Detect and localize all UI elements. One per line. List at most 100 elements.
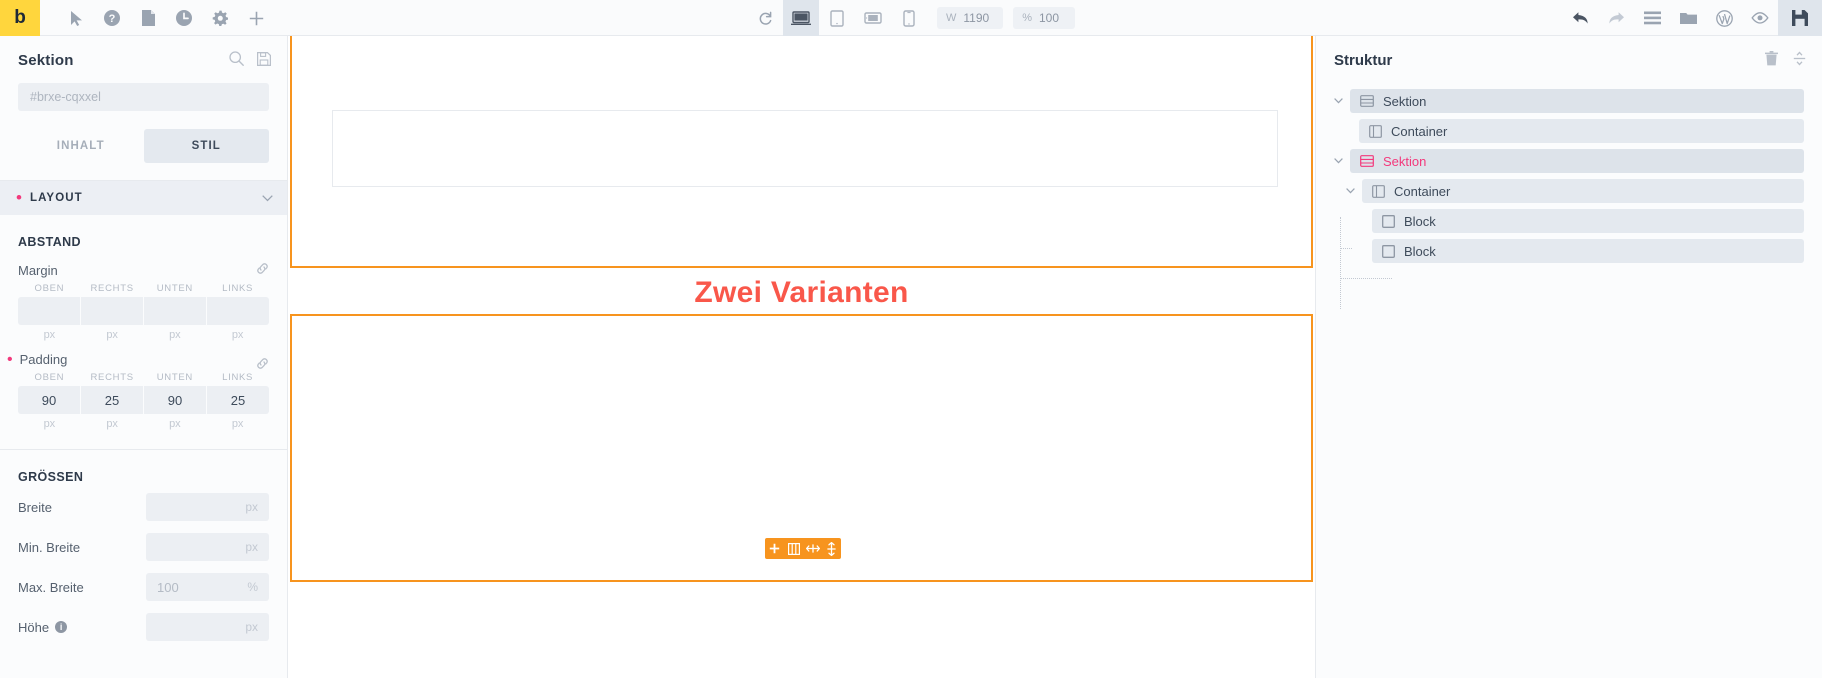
horizontal-resize-icon[interactable] — [803, 538, 822, 559]
container-icon — [1369, 124, 1382, 138]
page-icon[interactable] — [130, 0, 166, 36]
tree-row: Container — [1316, 179, 1822, 203]
margin-unit-links[interactable]: px — [206, 325, 269, 344]
canvas-zoom-field[interactable]: % 100 — [1013, 7, 1075, 29]
help-icon[interactable]: ? — [94, 0, 130, 36]
save-preset-icon[interactable] — [257, 51, 271, 66]
columns-icon[interactable] — [784, 538, 803, 559]
canvas-container-top[interactable] — [332, 110, 1278, 187]
size-input-hoehe[interactable]: px — [146, 613, 269, 641]
margin-input-rechts[interactable] — [81, 297, 143, 325]
undo-icon[interactable] — [1562, 0, 1598, 36]
margin-input-links[interactable] — [207, 297, 269, 325]
tree-item-sektion-2[interactable]: Sektion — [1350, 149, 1804, 173]
tree-item-label: Block — [1404, 243, 1436, 259]
group-title-abstand: ABSTAND — [18, 235, 81, 249]
desktop-icon[interactable] — [783, 0, 819, 36]
eye-icon[interactable] — [1742, 0, 1778, 36]
structure-panel-actions — [1765, 51, 1806, 66]
padding-unit-unten[interactable]: px — [144, 414, 207, 433]
margin-input-unten[interactable] — [144, 297, 206, 325]
toolbar-right-group — [1562, 0, 1822, 36]
structure-panel: Struktur Sektion Container Sektion Conta… — [1315, 36, 1822, 678]
tablet-landscape-icon[interactable] — [855, 0, 891, 36]
padding-unit-links[interactable]: px — [206, 414, 269, 433]
chevron-down-icon[interactable] — [1334, 98, 1350, 104]
wordpress-icon[interactable] — [1706, 0, 1742, 36]
accordion-layout-label: LAYOUT — [29, 192, 83, 204]
size-unit-hoehe[interactable]: px — [245, 620, 258, 634]
accordion-layout[interactable]: • LAYOUT — [0, 181, 287, 215]
size-value-max-breite: 100 — [157, 579, 179, 595]
tree-item-label: Block — [1404, 213, 1436, 229]
collapse-all-icon[interactable] — [1793, 51, 1806, 66]
padding-input-oben[interactable]: 90 — [18, 386, 80, 414]
group-title-groessen: GRÖSSEN — [18, 470, 84, 484]
info-icon[interactable]: i — [55, 621, 68, 633]
canvas-width-field[interactable]: W 1190 — [937, 7, 1004, 29]
history-icon[interactable] — [166, 0, 202, 36]
gear-icon[interactable] — [202, 0, 238, 36]
tree-guide-line — [1340, 217, 1341, 309]
editor-canvas[interactable]: Zwei Varianten — [288, 36, 1315, 678]
size-row-hoehe: Höhe i px — [0, 610, 287, 644]
padding-input-links[interactable]: 25 — [207, 386, 269, 414]
tree-guide-line — [1340, 217, 1392, 279]
margin-label-oben: OBEN — [34, 283, 65, 294]
link-values-icon[interactable] — [256, 357, 269, 370]
link-values-icon[interactable] — [256, 262, 269, 275]
folder-icon[interactable] — [1670, 0, 1706, 36]
redo-icon[interactable] — [1598, 0, 1634, 36]
size-input-min-breite[interactable]: px — [146, 533, 269, 561]
tree-row: Sektion — [1316, 89, 1822, 113]
chevron-down-icon[interactable] — [1346, 188, 1362, 194]
tab-stil[interactable]: STIL — [143, 129, 269, 163]
padding-input-unten[interactable]: 90 — [144, 386, 206, 414]
bricks-logo[interactable]: b — [0, 0, 40, 36]
canvas-heading[interactable]: Zwei Varianten — [288, 276, 1315, 310]
size-unit-max-breite[interactable]: % — [247, 580, 258, 594]
element-id-placeholder: #brxe-cqxxel — [30, 90, 101, 104]
tree-item-container-2[interactable]: Container — [1362, 179, 1804, 203]
padding-row-label: • Padding — [0, 344, 287, 370]
margin-unit-unten[interactable]: px — [144, 325, 207, 344]
vertical-resize-icon[interactable] — [822, 538, 841, 559]
trash-icon[interactable] — [1765, 51, 1778, 66]
save-icon[interactable] — [1778, 0, 1822, 36]
margin-input-oben[interactable] — [18, 297, 80, 325]
padding-unit-oben[interactable]: px — [18, 414, 81, 433]
element-id-input[interactable]: #brxe-cqxxel — [18, 83, 269, 111]
canvas-width-label: W — [946, 12, 957, 24]
chevron-down-icon[interactable] — [1334, 158, 1350, 164]
margin-unit-rechts[interactable]: px — [81, 325, 144, 344]
refresh-icon[interactable] — [747, 0, 783, 36]
padding-label-rechts: RECHTS — [90, 372, 134, 383]
tree-item-container-1[interactable]: Container — [1359, 119, 1804, 143]
plus-icon[interactable] — [238, 0, 274, 36]
tree-item-block-1[interactable]: Block — [1372, 209, 1804, 233]
tree-item-sektion-1[interactable]: Sektion — [1350, 89, 1804, 113]
size-input-breite[interactable]: px — [146, 493, 269, 521]
tab-inhalt[interactable]: INHALT — [18, 129, 144, 163]
mobile-icon[interactable] — [891, 0, 927, 36]
padding-quad: OBEN RECHTS UNTEN LINKS 90 25 90 25 px p… — [0, 367, 287, 433]
size-input-max-breite[interactable]: 100 % — [146, 573, 269, 601]
canvas-width-value: 1190 — [963, 11, 990, 25]
top-toolbar: b ? W 1190 % 100 — [0, 0, 1822, 36]
section-icon — [1360, 95, 1374, 107]
list-icon[interactable] — [1634, 0, 1670, 36]
tree-item-label: Sektion — [1383, 93, 1427, 109]
size-label-max-breite: Max. Breite — [18, 579, 84, 595]
canvas-section-top[interactable] — [290, 36, 1313, 268]
add-element-icon[interactable] — [765, 538, 784, 559]
cursor-icon[interactable] — [58, 0, 94, 36]
size-unit-breite[interactable]: px — [245, 500, 258, 514]
tablet-portrait-icon[interactable] — [819, 0, 855, 36]
padding-unit-rechts[interactable]: px — [81, 414, 144, 433]
tree-item-block-2[interactable]: Block — [1372, 239, 1804, 263]
padding-units: px px px px — [18, 414, 269, 433]
search-icon[interactable] — [229, 51, 244, 66]
margin-unit-oben[interactable]: px — [18, 325, 81, 344]
size-unit-min-breite[interactable]: px — [245, 540, 258, 554]
padding-input-rechts[interactable]: 25 — [81, 386, 143, 414]
